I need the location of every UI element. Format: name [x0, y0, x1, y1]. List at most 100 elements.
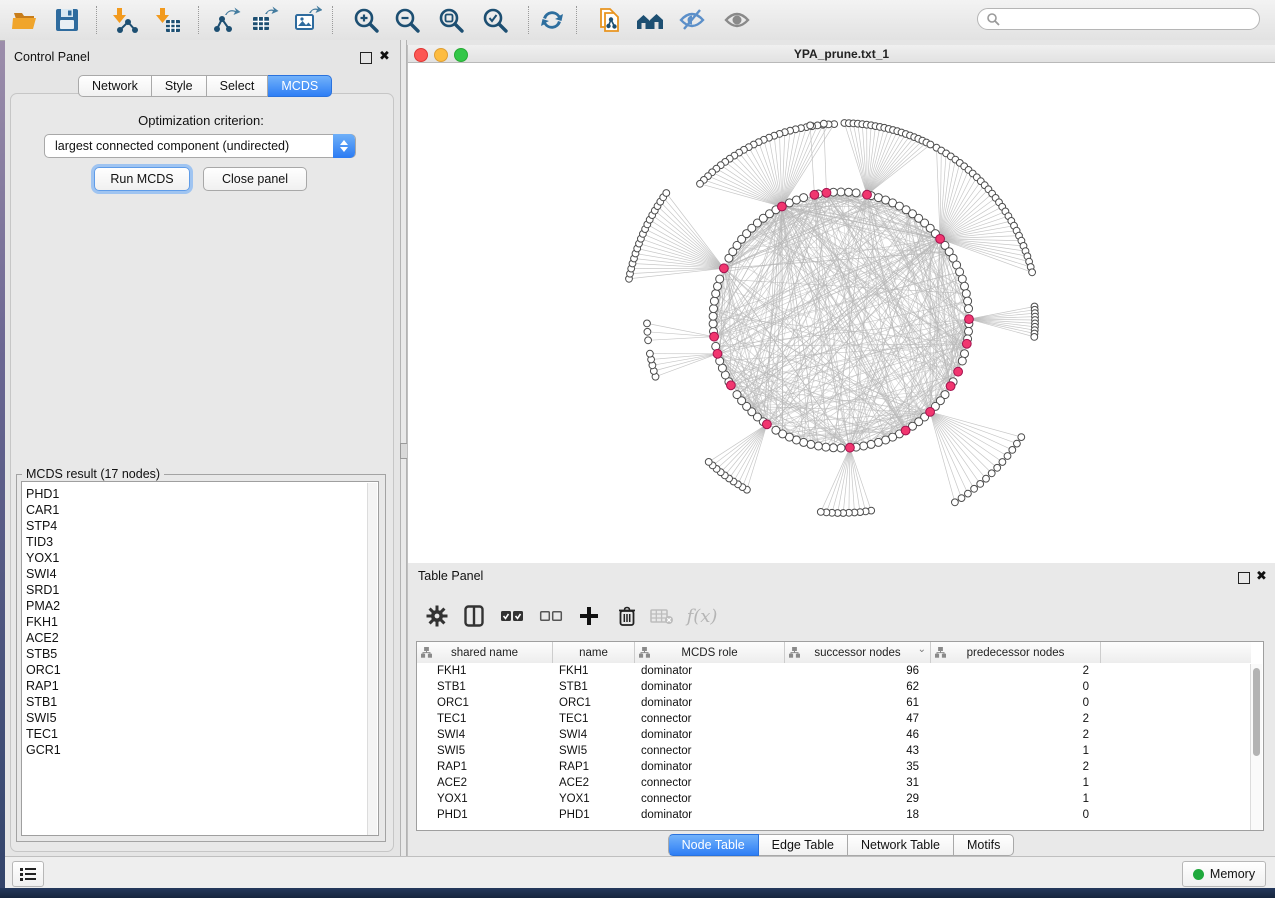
mcds-hub-node[interactable] — [822, 188, 831, 197]
mcds-result-item[interactable]: TEC1 — [22, 726, 378, 742]
import-table-button[interactable] — [151, 3, 185, 37]
graph-node[interactable] — [965, 490, 972, 497]
mcds-result-item[interactable]: STB5 — [22, 646, 378, 662]
control-panel-close-button[interactable]: ✖ — [379, 51, 390, 61]
graph-node[interactable] — [852, 189, 860, 197]
mcds-hub-node[interactable] — [763, 420, 772, 429]
graph-node[interactable] — [994, 464, 1001, 471]
mcds-hub-node[interactable] — [846, 443, 855, 452]
select-all-rows-button[interactable] — [498, 602, 526, 630]
mcds-hub-node[interactable] — [962, 339, 971, 348]
export-network-button[interactable] — [210, 3, 244, 37]
mcds-result-item[interactable]: YOX1 — [22, 550, 378, 566]
mcds-hub-node[interactable] — [810, 190, 819, 199]
task-history-button[interactable] — [12, 861, 44, 887]
show-columns-button[interactable] — [460, 602, 488, 630]
column-header-shared-name[interactable]: shared name — [417, 642, 553, 663]
mcds-result-item[interactable]: TID3 — [22, 534, 378, 550]
export-table-button[interactable] — [247, 3, 281, 37]
graph-node[interactable] — [965, 327, 973, 335]
mcds-result-item[interactable]: CAR1 — [22, 502, 378, 518]
mcds-result-item[interactable]: ORC1 — [22, 662, 378, 678]
table-scrollbar-thumb[interactable] — [1253, 668, 1260, 756]
graph-node[interactable] — [709, 312, 717, 320]
graph-node[interactable] — [645, 337, 652, 344]
graph-node[interactable] — [964, 297, 972, 305]
graph-node[interactable] — [822, 443, 830, 451]
graph-node[interactable] — [1018, 434, 1025, 441]
graph-node[interactable] — [772, 426, 780, 434]
graph-node[interactable] — [962, 290, 970, 298]
graph-node[interactable] — [733, 391, 741, 399]
mcds-result-item[interactable]: STP4 — [22, 518, 378, 534]
mcds-result-item[interactable]: ACE2 — [22, 630, 378, 646]
table-panel-close-button[interactable]: ✖ — [1256, 571, 1267, 581]
graph-node[interactable] — [807, 122, 814, 129]
graph-node[interactable] — [860, 442, 868, 450]
mcds-result-list[interactable]: PHD1CAR1STP4TID3YOX1SWI4SRD1PMA2FKH1ACE2… — [21, 481, 379, 836]
graph-node[interactable] — [829, 444, 837, 452]
graph-node[interactable] — [1009, 447, 1016, 454]
mcds-hub-node[interactable] — [901, 426, 910, 435]
show-eye-button[interactable] — [720, 3, 754, 37]
mcds-hub-node[interactable] — [965, 315, 974, 324]
table-row[interactable]: SWI5SWI5connector431 — [417, 743, 1251, 759]
network-canvas[interactable] — [407, 63, 1275, 563]
mcds-result-item[interactable]: PHD1 — [22, 486, 378, 502]
mcds-result-item[interactable]: GCR1 — [22, 742, 378, 758]
mcds-result-item[interactable]: RAP1 — [22, 678, 378, 694]
close-panel-button[interactable]: Close panel — [203, 167, 307, 191]
graph-node[interactable] — [952, 499, 959, 506]
graph-node[interactable] — [814, 442, 822, 450]
graph-node[interactable] — [1014, 440, 1021, 447]
graph-node[interactable] — [971, 485, 978, 492]
deselect-all-rows-button[interactable] — [537, 602, 565, 630]
zoom-selected-button[interactable] — [478, 3, 512, 37]
graph-node[interactable] — [1031, 334, 1038, 341]
tab-select[interactable]: Select — [207, 75, 269, 97]
graph-node[interactable] — [977, 481, 984, 488]
graph-node[interactable] — [710, 305, 718, 313]
save-session-button[interactable] — [50, 3, 84, 37]
graph-node[interactable] — [867, 440, 875, 448]
mcds-hub-node[interactable] — [727, 381, 736, 390]
table-row[interactable]: YOX1YOX1connector291 — [417, 791, 1251, 807]
graph-node[interactable] — [647, 350, 654, 357]
graph-node[interactable] — [820, 120, 827, 127]
table-tab-motifs[interactable]: Motifs — [954, 834, 1014, 856]
graph-node[interactable] — [965, 305, 973, 313]
table-settings-button[interactable] — [423, 602, 451, 630]
column-header-mcds-role[interactable]: MCDS role — [635, 642, 785, 663]
hide-selected-button[interactable] — [675, 3, 709, 37]
graph-node[interactable] — [958, 357, 966, 365]
mcds-hub-node[interactable] — [713, 349, 722, 358]
criterion-select[interactable]: largest connected component (undirected) — [44, 134, 356, 158]
tab-mcds[interactable]: MCDS — [268, 75, 332, 97]
table-row[interactable]: FKH1FKH1dominator962 — [417, 663, 1251, 679]
column-header-successor-nodes[interactable]: successor nodes⌄ — [785, 642, 931, 663]
table-row[interactable]: ACE2ACE2connector311 — [417, 775, 1251, 791]
graph-node[interactable] — [837, 444, 845, 452]
graph-node[interactable] — [817, 509, 824, 516]
mcds-hub-node[interactable] — [720, 264, 729, 273]
graph-node[interactable] — [807, 440, 815, 448]
graph-node[interactable] — [874, 438, 882, 446]
table-row[interactable]: ORC1ORC1dominator610 — [417, 695, 1251, 711]
clone-network-button[interactable] — [593, 3, 627, 37]
add-column-button[interactable] — [575, 602, 603, 630]
search-field[interactable] — [977, 8, 1260, 30]
show-all-button[interactable] — [633, 3, 667, 37]
graph-node[interactable] — [958, 275, 966, 283]
tab-style[interactable]: Style — [152, 75, 207, 97]
graph-node[interactable] — [961, 350, 969, 358]
mcds-hub-node[interactable] — [710, 332, 719, 341]
search-input[interactable] — [1004, 11, 1259, 27]
table-row[interactable]: TEC1TEC1connector472 — [417, 711, 1251, 727]
control-panel-float-button[interactable] — [360, 51, 372, 69]
tab-network[interactable]: Network — [78, 75, 152, 97]
table-tab-node-table[interactable]: Node Table — [668, 834, 759, 856]
graph-node[interactable] — [644, 320, 651, 327]
graph-node[interactable] — [709, 320, 717, 328]
mcds-hub-node[interactable] — [778, 202, 787, 211]
mcds-hub-node[interactable] — [926, 408, 935, 417]
